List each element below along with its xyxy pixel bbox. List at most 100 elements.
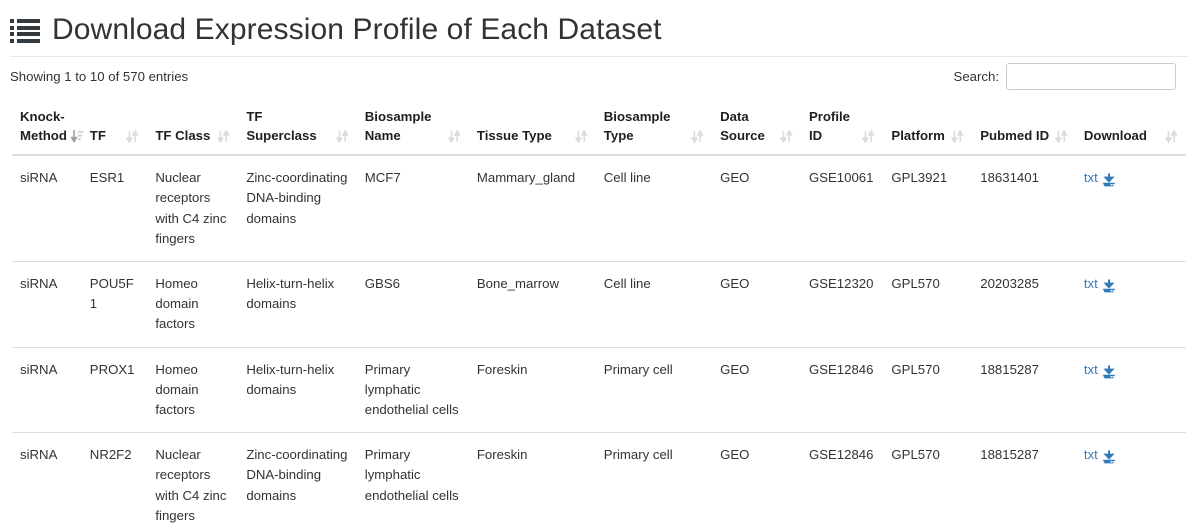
cell-tf-superclass: Helix-turn-helix domains — [238, 346, 357, 433]
search-label: Search: — [953, 69, 999, 84]
cell-knock-method: siRNA — [20, 170, 58, 186]
cell-profile-id: GSE12846 — [800, 346, 884, 433]
column-label: TF — [89, 128, 106, 144]
download-txt-link[interactable]: txt — [1084, 168, 1116, 188]
cell-pubmed-id: 18631401 — [980, 170, 1039, 186]
column-header-platform[interactable]: Platform — [883, 99, 973, 157]
column-label: Platform — [891, 128, 945, 144]
column-header-profile-id[interactable]: Profile ID — [800, 99, 884, 157]
cell-download: txt — [1075, 346, 1186, 433]
sort-icon[interactable] — [217, 129, 231, 144]
sort-icon[interactable] — [691, 129, 705, 144]
column-label: Download — [1083, 128, 1147, 144]
table-info: Showing 1 to 10 of 570 entries — [10, 69, 189, 84]
column-header-knock-method[interactable]: Knock-Method — [12, 99, 84, 157]
cell-tf-superclass: Zinc-coordinating DNA-binding domains — [238, 432, 357, 530]
page-title: Download Expression Profile of Each Data… — [52, 12, 662, 46]
cell-tf-superclass: Zinc-coordinating DNA-binding domains — [246, 170, 348, 226]
sort-icon[interactable] — [1054, 129, 1068, 144]
sort-icon[interactable] — [126, 129, 140, 144]
column-header-pubmed-id[interactable]: Pubmed ID — [972, 99, 1076, 157]
download-link-label: txt — [1083, 447, 1098, 463]
list-icon — [10, 19, 40, 43]
column-label: Biosample Type — [603, 109, 671, 144]
cell-pubmed-id: 18815287 — [972, 432, 1076, 530]
table-row: siRNA NR2F2 Nuclear receptors with C4 zi… — [12, 432, 1186, 530]
cell-profile-id: GSE10061 — [808, 170, 874, 186]
cell-data-source: GEO — [712, 432, 801, 530]
sort-icon[interactable] — [574, 129, 588, 144]
sort-icon[interactable] — [335, 129, 349, 144]
column-label: Tissue Type — [476, 128, 552, 144]
column-header-tf[interactable]: TF — [81, 99, 148, 157]
cell-platform: GPL3921 — [891, 170, 948, 186]
download-expression-profile-page: Download Expression Profile of Each Data… — [0, 0, 1198, 530]
sort-icon[interactable] — [1165, 129, 1178, 144]
cell-pubmed-id: 20203285 — [972, 261, 1076, 348]
download-icon — [1102, 450, 1116, 464]
sort-icon[interactable] — [779, 129, 793, 144]
download-icon — [1102, 173, 1116, 187]
cell-biosample-name: Primary lymphatic endothelial cells — [356, 346, 469, 433]
cell-tf-class: Nuclear receptors with C4 zinc fingers — [155, 170, 227, 246]
table-row: siRNA POU5F1 Homeo domain factors Helix-… — [12, 261, 1186, 348]
cell-platform: GPL570 — [883, 432, 973, 530]
cell-knock-method: siRNA — [12, 261, 82, 348]
cell-download: txt — [1075, 261, 1186, 348]
cell-biosample-name: MCF7 — [364, 170, 401, 186]
cell-biosample-type: Cell line — [603, 170, 651, 186]
table-row: siRNA ESR1 Nuclear receptors with C4 zin… — [12, 155, 1186, 261]
download-icon — [1102, 365, 1116, 379]
cell-profile-id: GSE12846 — [800, 432, 884, 530]
cell-tf: ESR1 — [89, 170, 125, 186]
download-txt-link[interactable]: txt — [1084, 360, 1116, 380]
column-label: Biosample Name — [364, 109, 432, 144]
column-header-tf-class[interactable]: TF Class — [147, 99, 239, 157]
column-header-biosample-name[interactable]: Biosample Name — [356, 99, 469, 157]
download-link-label: txt — [1083, 276, 1098, 292]
cell-tf-superclass: Helix-turn-helix domains — [238, 261, 357, 348]
sort-icon[interactable] — [447, 129, 461, 144]
column-header-tf-superclass[interactable]: TF Superclass — [238, 99, 357, 157]
column-label: Knock-Method — [20, 109, 67, 144]
cell-tf: NR2F2 — [81, 432, 148, 530]
sort-icon[interactable] — [951, 129, 965, 144]
cell-download: txt — [1076, 155, 1186, 261]
download-icon — [1102, 279, 1116, 293]
cell-biosample-type: Primary cell — [595, 432, 713, 530]
cell-biosample-type: Cell line — [595, 261, 713, 348]
table-row: siRNA PROX1 Homeo domain factors Helix-t… — [12, 346, 1186, 433]
download-link-label: txt — [1083, 170, 1098, 186]
cell-tf-class: Homeo domain factors — [147, 261, 239, 348]
table-body: siRNA ESR1 Nuclear receptors with C4 zin… — [12, 155, 1186, 530]
column-header-biosample-type[interactable]: Biosample Type — [595, 99, 713, 157]
table-controls: Showing 1 to 10 of 570 entries Search: — [0, 57, 1198, 99]
datasets-table: Knock-Method TF TF Class TF Superclass B… — [12, 99, 1186, 530]
cell-data-source: GEO — [712, 261, 801, 348]
cell-platform: GPL570 — [883, 346, 973, 433]
column-label: Pubmed ID — [980, 128, 1050, 144]
cell-biosample-name: GBS6 — [356, 261, 469, 348]
cell-download: txt — [1075, 432, 1186, 530]
sort-icon[interactable] — [862, 129, 876, 144]
column-label: TF Class — [155, 128, 211, 144]
cell-data-source: GEO — [720, 170, 750, 186]
download-txt-link[interactable]: txt — [1084, 274, 1116, 294]
column-header-data-source[interactable]: Data Source — [712, 99, 801, 157]
search-filter: Search: — [954, 63, 1176, 90]
table-container: Knock-Method TF TF Class TF Superclass B… — [0, 99, 1198, 530]
cell-biosample-type: Primary cell — [595, 346, 713, 433]
column-header-tissue-type[interactable]: Tissue Type — [468, 99, 596, 157]
cell-platform: GPL570 — [883, 261, 973, 348]
column-label: TF Superclass — [246, 109, 317, 144]
column-label: Data Source — [720, 109, 765, 144]
search-input[interactable] — [1006, 63, 1176, 90]
cell-tissue-type: Foreskin — [468, 346, 596, 433]
column-header-download[interactable]: Download — [1075, 99, 1186, 157]
cell-knock-method: siRNA — [12, 346, 82, 433]
cell-tissue-type: Bone_marrow — [468, 261, 596, 348]
cell-tissue-type: Mammary_gland — [476, 170, 576, 186]
download-link-label: txt — [1083, 361, 1098, 377]
cell-tf-class: Homeo domain factors — [147, 346, 239, 433]
download-txt-link[interactable]: txt — [1084, 445, 1116, 465]
